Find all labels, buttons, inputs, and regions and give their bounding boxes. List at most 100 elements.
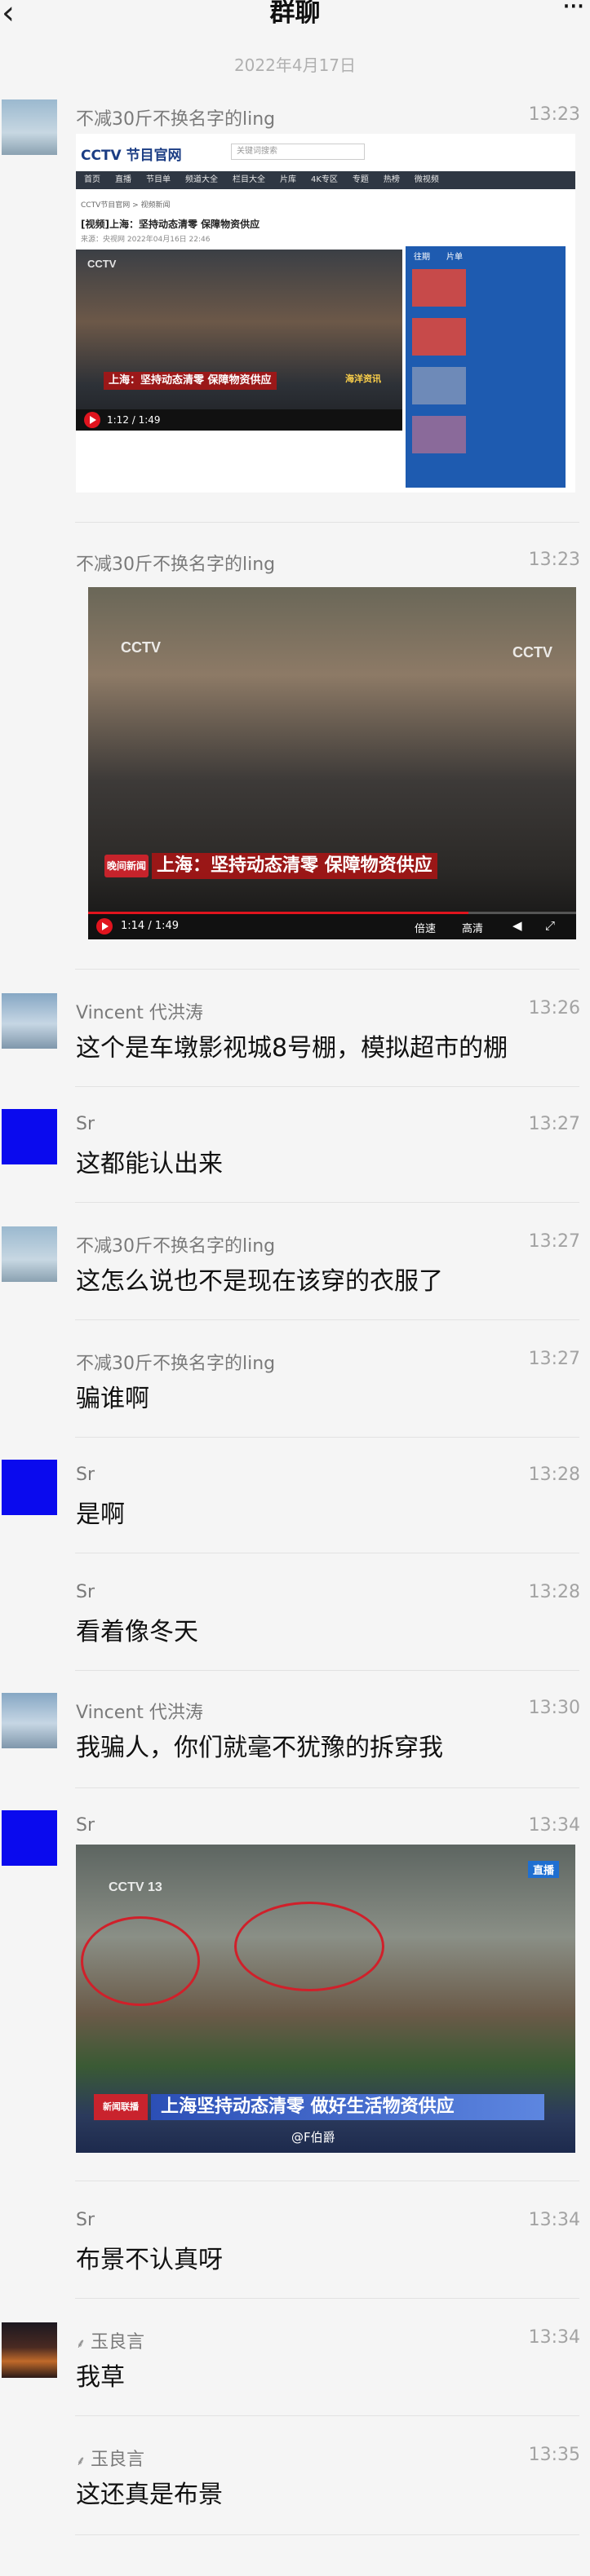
news-badge: 晚间新闻: [104, 855, 149, 877]
side-tab[interactable]: 往期: [414, 250, 430, 262]
sender-name: Sr: [76, 2210, 95, 2230]
related-videos-panel: 往期 片单: [406, 246, 566, 488]
article-headline: [视频]上海：坚持动态清零 保障物资供应: [81, 219, 260, 230]
sender-name: Sr: [76, 1815, 95, 1836]
nav-item: 直播: [115, 175, 131, 184]
sender-name: 不减30斤不换名字的ling: [76, 1236, 276, 1257]
volume-icon[interactable]: ◀: [512, 918, 522, 933]
nav-item: 节目单: [146, 175, 171, 184]
avatar[interactable]: [2, 1226, 57, 1282]
sender-name: 不减30斤不换名字的ling: [76, 109, 276, 130]
fullscreen-icon[interactable]: ⤢: [545, 918, 555, 933]
divider: [75, 1202, 579, 1203]
avatar[interactable]: [2, 1810, 57, 1866]
message-time: 13:34: [528, 2210, 580, 2230]
sender-name: Vincent 代洪涛: [76, 1703, 203, 1723]
avatar[interactable]: [2, 2322, 57, 2378]
message-text: 骗谁啊: [76, 1385, 149, 1413]
page-title: 群聊: [269, 0, 321, 28]
divider: [75, 1086, 579, 1087]
message-time: 13:28: [528, 1582, 580, 1602]
message-text: 这都能认出来: [76, 1150, 223, 1178]
message-time: 13:26: [528, 998, 580, 1018]
message-text: 是啊: [76, 1500, 125, 1529]
nav-item: 频道大全: [185, 175, 218, 184]
related-thumb[interactable]: [412, 269, 466, 307]
divider: [75, 1437, 579, 1438]
avatar[interactable]: [2, 99, 57, 155]
cctv-watermark: CCTV: [512, 644, 552, 661]
related-thumb[interactable]: [412, 367, 466, 404]
sender-name: 不减30斤不换名字的ling: [76, 1354, 276, 1374]
speed-button[interactable]: 倍速: [415, 920, 436, 935]
video-frame: CCTV 上海：坚持动态清零 保障物资供应 海洋资讯 1:12 / 1:49: [76, 250, 402, 431]
live-badge: 直播: [527, 1861, 559, 1878]
nav-item: 专题: [352, 175, 369, 184]
side-tab[interactable]: 片单: [446, 250, 463, 262]
message-text: 这个是车墩影视城8号棚，模拟超市的棚: [76, 1034, 508, 1063]
message-time: 13:27: [528, 1114, 580, 1134]
avatar[interactable]: [2, 1109, 57, 1164]
video-frame: [88, 587, 576, 939]
sender-name: ⸙ 玉良言: [76, 2450, 145, 2470]
nav-item: 4K专区: [311, 175, 338, 184]
news-badge: 新闻联播: [94, 2094, 148, 2120]
quality-button[interactable]: 高清: [462, 920, 483, 935]
divider: [75, 2298, 579, 2299]
message-text: 布景不认真呀: [76, 2246, 223, 2274]
message-text: 我草: [76, 2363, 125, 2392]
weibo-watermark: @F伯爵: [291, 2130, 335, 2145]
image-attachment[interactable]: CCTV 节目官网 关键词搜索 首页 直播 节目单 频道大全 栏目大全 片库 4…: [76, 134, 575, 493]
message-time: 13:23: [528, 550, 580, 570]
more-icon[interactable]: ···: [562, 0, 585, 23]
divider: [75, 969, 579, 970]
message-text: 我骗人，你们就毫不犹豫的拆穿我: [76, 1734, 443, 1762]
message-text: 这还真是布景: [76, 2481, 223, 2509]
image-attachment[interactable]: CCTV CCTV 晚间新闻 上海：坚持动态清零 保障物资供应 1:14 / 1…: [88, 587, 576, 939]
cctv-watermark: CCTV 13: [109, 1880, 162, 1894]
message-time: 13:23: [528, 104, 580, 125]
highlight-circle: [81, 1916, 200, 2006]
avatar[interactable]: [2, 1693, 57, 1748]
related-thumb[interactable]: [412, 416, 466, 453]
sender-name: ⸙ 玉良言: [76, 2332, 145, 2353]
message-time: 13:35: [528, 2445, 580, 2465]
message-text: 这怎么说也不是现在该穿的衣服了: [76, 1267, 443, 1296]
message-time: 13:28: [528, 1465, 580, 1485]
nav-item: 片库: [280, 175, 296, 184]
message-time: 13:27: [528, 1231, 580, 1252]
message-time: 13:27: [528, 1349, 580, 1369]
player-time: 1:12 / 1:49: [107, 414, 161, 426]
message-time: 13:34: [528, 1815, 580, 1836]
sender-name: Sr: [76, 1114, 95, 1134]
divider: [75, 1670, 579, 1671]
video-caption: 上海坚持动态清零 做好生活物资供应: [151, 2094, 544, 2120]
message-time: 13:30: [528, 1698, 580, 1718]
play-icon[interactable]: [96, 918, 113, 935]
divider: [75, 522, 579, 523]
avatar[interactable]: [2, 993, 57, 1049]
divider: [75, 2534, 579, 2535]
play-icon[interactable]: [84, 412, 100, 428]
avatar[interactable]: [2, 1460, 57, 1515]
cctv-logo: CCTV 节目官网: [81, 148, 182, 164]
related-thumb[interactable]: [412, 318, 466, 356]
video-subcaption: 海洋资讯: [345, 373, 381, 384]
sender-name: 不减30斤不换名字的ling: [76, 555, 276, 575]
breadcrumb: CCTV节目官网 > 视频新闻: [81, 201, 171, 210]
top-bar: ‹ 群聊 ···: [0, 0, 590, 38]
sender-name: Sr: [76, 1465, 95, 1485]
cctv-watermark: CCTV: [121, 639, 161, 656]
sender-name: Vincent 代洪涛: [76, 1003, 203, 1023]
video-caption: 上海：坚持动态清零 保障物资供应: [152, 853, 437, 879]
cctv-watermark: CCTV: [87, 258, 117, 270]
nav-item: 微视频: [414, 175, 439, 184]
video-player-bar[interactable]: 1:14 / 1:49 倍速 高清 ◀ ⤢: [88, 912, 576, 939]
image-attachment[interactable]: CCTV 13 直播 新闻联播 上海坚持动态清零 做好生活物资供应 @F伯爵: [76, 1845, 575, 2153]
player-time: 1:14 / 1:49: [121, 920, 180, 932]
divider: [75, 2415, 579, 2416]
site-nav: 首页 直播 节目单 频道大全 栏目大全 片库 4K专区 专题 热榜 微视频: [76, 171, 575, 189]
video-player-bar[interactable]: 1:12 / 1:49: [76, 409, 402, 431]
message-time: 13:34: [528, 2327, 580, 2348]
nav-item: 首页: [84, 175, 100, 184]
